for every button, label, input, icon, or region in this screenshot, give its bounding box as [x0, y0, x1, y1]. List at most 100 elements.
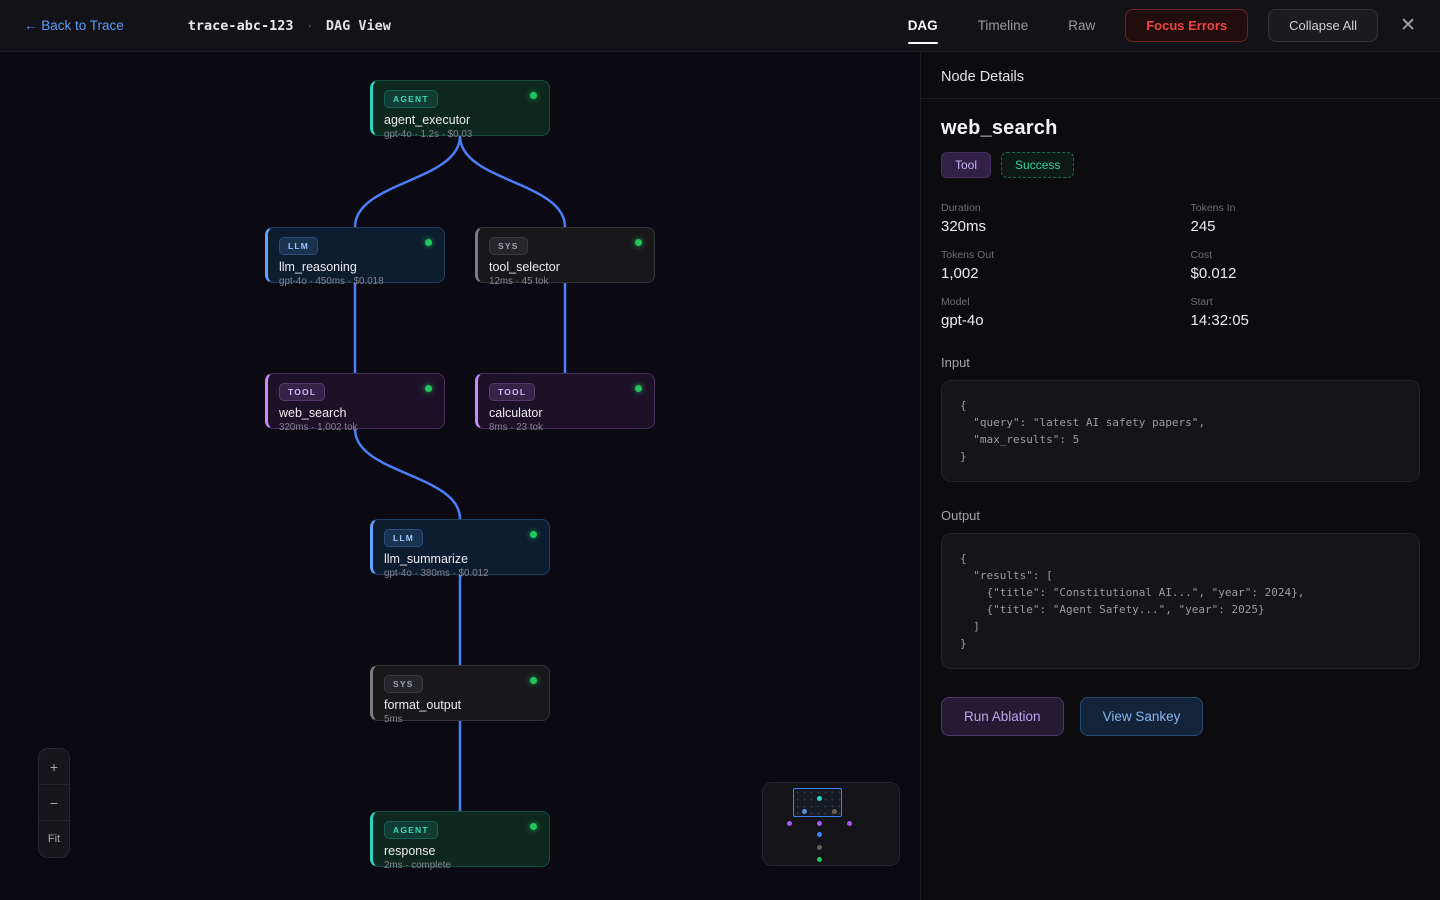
run-ablation-button[interactable]: Run Ablation: [941, 697, 1064, 736]
node-type-badge: TOOL: [489, 383, 535, 401]
node-stats: 8ms · 23 tok: [489, 422, 644, 433]
meta-value: 245: [1191, 218, 1421, 235]
status-dot-icon: [530, 823, 537, 830]
minimap-node-dot: [832, 809, 837, 814]
status-dot-icon: [425, 385, 432, 392]
dag-node-web_search[interactable]: TOOLweb_search320ms · 1,002 tok: [265, 373, 445, 429]
node-type-badge: AGENT: [384, 821, 438, 839]
node-title: web_search: [941, 117, 1420, 140]
minimap-node-dot: [817, 857, 822, 862]
view-sankey-button[interactable]: View Sankey: [1080, 697, 1204, 736]
node-label: llm_summarize: [384, 552, 539, 566]
dag-node-agent_executor[interactable]: AGENTagent_executorgpt-4o · 1.2s · $0.03: [370, 80, 550, 136]
tab-dag[interactable]: DAG: [908, 2, 938, 49]
meta-value: $0.012: [1191, 265, 1421, 282]
meta-cell-tokens-in: Tokens In 245: [1191, 202, 1421, 235]
focus-errors-button[interactable]: Focus Errors: [1125, 9, 1248, 42]
tab-raw[interactable]: Raw: [1068, 2, 1095, 49]
dag-node-calculator[interactable]: TOOLcalculator8ms · 23 tok: [475, 373, 655, 429]
dag-node-llm_summarize[interactable]: LLMllm_summarizegpt-4o · 380ms · $0.012: [370, 519, 550, 575]
output-code-block: { "results": [ {"title": "Constitutional…: [941, 533, 1420, 669]
meta-cell-start: Start 14:32:05: [1191, 296, 1421, 329]
dag-node-response[interactable]: AGENTresponse2ms · complete: [370, 811, 550, 867]
node-type-badge: SYS: [384, 675, 423, 693]
node-label: response: [384, 844, 539, 858]
back-to-trace-link[interactable]: ← Back to Trace: [24, 18, 124, 33]
app-root: ← Back to Trace trace-abc-123 · DAG View…: [0, 0, 1440, 900]
tab-timeline[interactable]: Timeline: [978, 2, 1029, 49]
separator-dot: ·: [307, 18, 311, 33]
node-label: web_search: [279, 406, 434, 420]
node-details-panel: Node Details web_search Tool Success Dura…: [920, 52, 1440, 900]
zoom-controls: + − Fit: [38, 748, 70, 858]
node-stats: 320ms · 1,002 tok: [279, 422, 434, 433]
meta-label: Cost: [1191, 249, 1421, 261]
minimap-node-dot: [787, 821, 792, 826]
panel-body: web_search Tool Success Duration 320ms Toke…: [921, 99, 1440, 754]
node-label: format_output: [384, 698, 539, 712]
zoom-out-button[interactable]: −: [39, 785, 69, 821]
zoom-in-button[interactable]: +: [39, 749, 69, 785]
close-icon[interactable]: ✕: [1400, 16, 1416, 35]
collapse-all-button[interactable]: Collapse All: [1268, 9, 1378, 42]
meta-cell-cost: Cost $0.012: [1191, 249, 1421, 282]
top-bar: ← Back to Trace trace-abc-123 · DAG View…: [0, 0, 1440, 52]
meta-cell-duration: Duration 320ms: [941, 202, 1171, 235]
node-type-badge: TOOL: [279, 383, 325, 401]
meta-cell-tokens-out: Tokens Out 1,002: [941, 249, 1171, 282]
minimap-node-dot: [847, 821, 852, 826]
node-label: llm_reasoning: [279, 260, 434, 274]
meta-grid: Duration 320ms Tokens In 245 Tokens Out 1,002…: [941, 202, 1420, 329]
node-stats: gpt-4o · 380ms · $0.012: [384, 568, 539, 579]
edge-agent_executor-tool_selector: [460, 136, 565, 227]
panel-header: Node Details: [921, 52, 1440, 99]
node-stats: 12ms · 45 tok: [489, 276, 644, 287]
input-code-block: { "query": "latest AI safety papers", "m…: [941, 380, 1420, 482]
action-buttons: Run Ablation View Sankey: [941, 697, 1420, 736]
success-badge: Success: [1001, 152, 1074, 178]
dag-node-llm_reasoning[interactable]: LLMllm_reasoninggpt-4o · 450ms · $0.018: [265, 227, 445, 283]
view-label: DAG View: [326, 18, 391, 34]
input-label: Input: [941, 355, 1420, 370]
badge-row: Tool Success: [941, 152, 1420, 178]
minimap-node-dot: [817, 796, 822, 801]
status-dot-icon: [530, 677, 537, 684]
edge-web_search-llm_summarize: [355, 429, 460, 519]
dag-node-tool_selector[interactable]: SYStool_selector12ms · 45 tok: [475, 227, 655, 283]
zoom-fit-button[interactable]: Fit: [39, 821, 69, 857]
status-dot-icon: [635, 385, 642, 392]
meta-label: Tokens Out: [941, 249, 1171, 261]
minimap-node-dot: [817, 832, 822, 837]
status-dot-icon: [425, 239, 432, 246]
node-type-badge: SYS: [489, 237, 528, 255]
node-stats: 5ms: [384, 714, 539, 725]
meta-cell-model: Modelgpt-4o: [941, 296, 1171, 329]
minimap[interactable]: [762, 782, 900, 866]
meta-value: 320ms: [941, 218, 1171, 235]
dag-canvas[interactable]: + − Fit AGENTagent_executorgpt-4o · 1.2s…: [0, 52, 920, 900]
node-label: calculator: [489, 406, 644, 420]
dag-edges: [0, 52, 920, 900]
status-dot-icon: [635, 239, 642, 246]
minimap-node-dot: [802, 809, 807, 814]
meta-label: Model: [941, 296, 1171, 308]
trace-id: trace-abc-123: [188, 18, 294, 34]
node-type-badge: LLM: [279, 237, 318, 255]
meta-label: Start: [1191, 296, 1421, 308]
view-tabs: DAG Timeline Raw: [908, 2, 1096, 49]
minimap-node-dot: [817, 821, 822, 826]
meta-value: 14:32:05: [1191, 312, 1421, 329]
node-type-badge: LLM: [384, 529, 423, 547]
main-area: + − Fit AGENTagent_executorgpt-4o · 1.2s…: [0, 52, 1440, 900]
edge-agent_executor-llm_reasoning: [355, 136, 460, 227]
tool-badge: Tool: [941, 152, 991, 178]
node-stats: 2ms · complete: [384, 860, 539, 871]
node-label: tool_selector: [489, 260, 644, 274]
meta-label: Tokens In: [1191, 202, 1421, 214]
node-type-badge: AGENT: [384, 90, 438, 108]
meta-value: 1,002: [941, 265, 1171, 282]
node-stats: gpt-4o · 1.2s · $0.03: [384, 129, 539, 140]
dag-node-format_output[interactable]: SYSformat_output5ms: [370, 665, 550, 721]
output-label: Output: [941, 508, 1420, 523]
meta-label: Duration: [941, 202, 1171, 214]
